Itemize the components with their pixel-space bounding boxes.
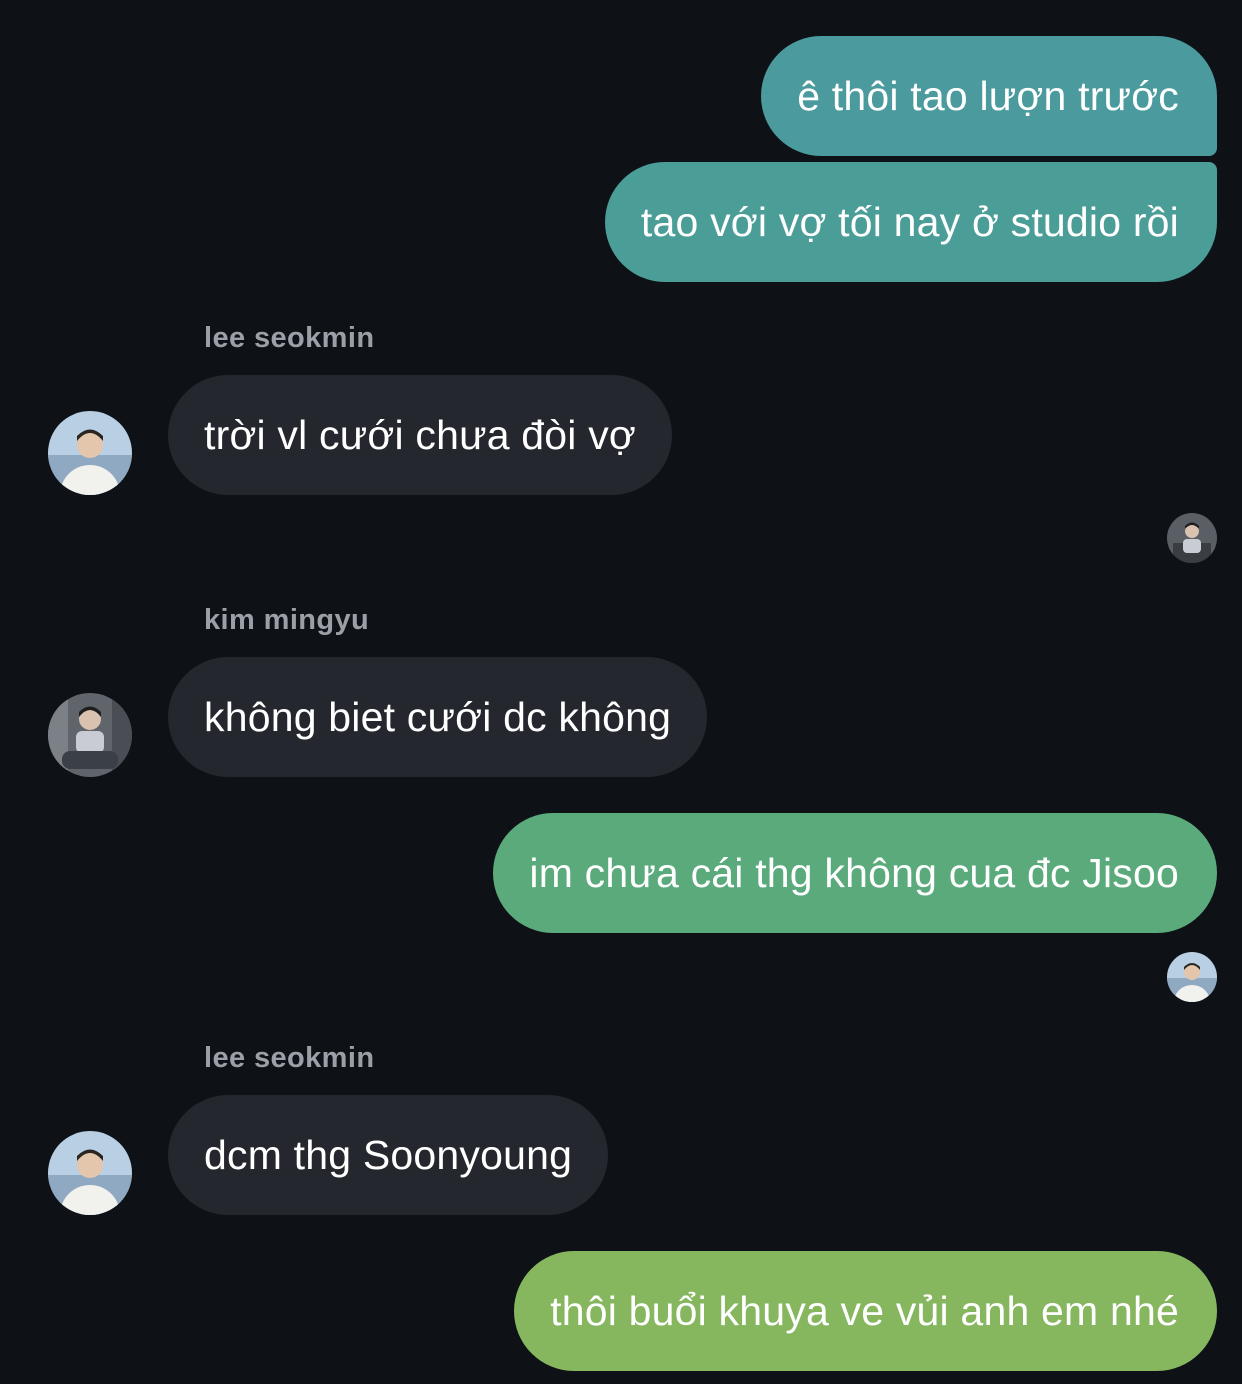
message-text: tao với vợ tối nay ở studio rồi bbox=[640, 198, 1179, 245]
sender-name: lee seokmin bbox=[204, 322, 375, 354]
incoming-message-bubble[interactable]: trời vl cưới chưa đòi vợ bbox=[168, 375, 672, 495]
message-text: dcm thg Soonyoung bbox=[204, 1131, 573, 1178]
seen-avatar-icon bbox=[1167, 513, 1217, 563]
avatar-icon[interactable] bbox=[48, 693, 132, 777]
incoming-message-bubble[interactable]: dcm thg Soonyoung bbox=[168, 1095, 609, 1215]
avatar-icon[interactable] bbox=[48, 411, 132, 495]
incoming-message-bubble[interactable]: không biet cưới dc không bbox=[168, 657, 708, 777]
message-text: không biet cưới dc không bbox=[204, 693, 672, 740]
sender-name: lee seokmin bbox=[204, 1042, 375, 1074]
outgoing-message-bubble[interactable]: ê thôi tao lượn trước bbox=[761, 36, 1217, 156]
message-text: im chưa cái thg không cua đc Jisoo bbox=[529, 849, 1179, 896]
sender-name: kim mingyu bbox=[204, 604, 370, 636]
seen-avatar-icon bbox=[1167, 952, 1217, 1002]
outgoing-message-bubble[interactable]: im chưa cái thg không cua đc Jisoo bbox=[493, 813, 1217, 933]
outgoing-message-bubble[interactable]: thôi buổi khuya ve vủi anh em nhé bbox=[514, 1251, 1217, 1371]
message-text: trời vl cưới chưa đòi vợ bbox=[204, 411, 636, 458]
outgoing-message-bubble[interactable]: tao với vợ tối nay ở studio rồi bbox=[604, 162, 1217, 282]
message-text: thôi buổi khuya ve vủi anh em nhé bbox=[550, 1287, 1179, 1334]
message-text: ê thôi tao lượn trước bbox=[797, 72, 1179, 119]
avatar-icon[interactable] bbox=[48, 1131, 132, 1215]
